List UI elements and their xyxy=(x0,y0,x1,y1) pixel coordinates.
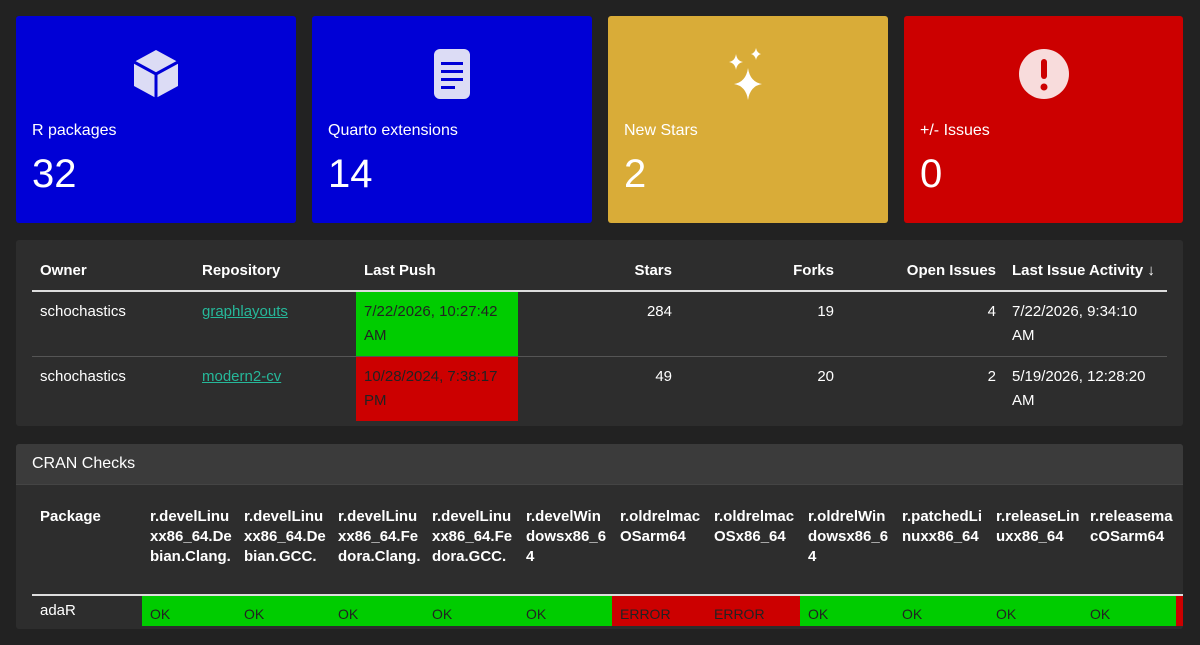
repo-table: Owner Repository Last Push Stars Forks O… xyxy=(32,250,1167,421)
forks-cell: 20 xyxy=(817,368,834,385)
check-status-label: OK xyxy=(902,606,923,622)
repo-table-card: Owner Repository Last Push Stars Forks O… xyxy=(16,240,1183,426)
value-box-label: New Stars xyxy=(624,122,698,139)
cran-checks-title: CRAN Checks xyxy=(16,444,1183,485)
table-header-row: Owner Repository Last Push Stars Forks O… xyxy=(32,250,1167,292)
column-header-check-flavor[interactable]: r.develLinuxx86_64.Debian.GCC. xyxy=(244,507,328,567)
column-header-check-flavor[interactable]: r.oldrelWindowsx86_64 xyxy=(808,507,892,567)
column-header-check-flavor[interactable]: r.patchedLinuxx86_64 xyxy=(902,507,986,547)
check-status-label: OK xyxy=(526,606,547,622)
column-header-check-flavor[interactable]: r.releasemacOSarm64 xyxy=(1090,507,1174,547)
check-status-label: OK xyxy=(244,606,265,622)
value-box-label: Quarto extensions xyxy=(328,122,458,139)
check-status-cell: OK xyxy=(424,596,518,626)
column-header-check-flavor[interactable]: r.develLinuxx86_64.Debian.Clang. xyxy=(150,507,234,567)
column-header-check-flavor[interactable]: r.develLinuxx86_64.Fedora.Clang. xyxy=(338,507,422,567)
check-status-cell: OK xyxy=(330,596,424,626)
package-cell: adaR xyxy=(40,602,76,619)
column-header-last-push[interactable]: Last Push xyxy=(356,250,518,292)
forks-cell: 19 xyxy=(680,291,842,357)
owner-cell: schochastics xyxy=(32,291,194,357)
check-status-cell xyxy=(1176,596,1183,626)
cran-checks-card: CRAN Checks Package r.develLinuxx86_64.D… xyxy=(16,444,1183,629)
column-header-stars[interactable]: Stars xyxy=(518,250,680,292)
check-status-cell: ERROR xyxy=(706,596,800,626)
repository-cell: graphlayouts xyxy=(194,291,356,357)
value-box-value: 14 xyxy=(328,152,373,196)
check-status-cell: OK xyxy=(518,596,612,626)
stars-cell: 284 xyxy=(518,291,680,357)
sparkles-icon xyxy=(720,46,776,102)
table-row: schochastics modern2-cv 10/28/2024, 7:38… xyxy=(32,356,1167,422)
column-header-check-flavor[interactable]: r.releaseLinuxx86_64 xyxy=(996,507,1080,547)
document-icon xyxy=(424,46,480,102)
quarto-extensions-box: Quarto extensions 14 xyxy=(312,16,592,223)
new-stars-box: New Stars 2 xyxy=(608,16,888,223)
value-box-label: R packages xyxy=(32,122,117,139)
value-box-value: 2 xyxy=(624,152,647,196)
check-status-cell: OK xyxy=(800,596,894,626)
value-box-value: 0 xyxy=(920,152,943,196)
check-status-label: OK xyxy=(1090,606,1111,622)
check-status-cell: ERROR xyxy=(612,596,706,626)
column-header-check-flavor[interactable]: r.oldrelmacOSx86_64 xyxy=(714,507,798,547)
check-status-label: OK xyxy=(996,606,1017,622)
last-issue-activity-cell: 5/19/2026, 12:28:20 AM xyxy=(1012,368,1146,409)
column-header-check-flavor[interactable]: r.oldrelmacOSarm64 xyxy=(620,507,704,547)
column-header-check-flavor[interactable]: r.develLinuxx86_64.Fedora.GCC. xyxy=(432,507,516,567)
issues-box: +/- Issues 0 xyxy=(904,16,1183,223)
owner-cell: schochastics xyxy=(40,368,126,385)
repository-link[interactable]: modern2-cv xyxy=(202,368,281,385)
check-status-cell: OK xyxy=(142,596,236,626)
check-status-label: OK xyxy=(808,606,829,622)
value-box-value: 32 xyxy=(32,152,77,196)
column-header-last-issue-activity[interactable]: Last Issue Activity ↓ xyxy=(1004,250,1167,292)
check-status-label: OK xyxy=(432,606,453,622)
r-packages-box: R packages 32 xyxy=(16,16,296,223)
column-header-forks[interactable]: Forks xyxy=(680,250,842,292)
last-issue-activity-cell: 7/22/2026, 9:34:10 AM xyxy=(1004,291,1167,357)
stars-cell: 49 xyxy=(655,368,672,385)
column-header-package[interactable]: Package xyxy=(40,507,124,527)
open-issues-cell: 2 xyxy=(987,368,996,385)
table-row: schochastics graphlayouts 7/22/2026, 10:… xyxy=(32,291,1167,357)
cube-icon xyxy=(128,46,184,102)
column-header-repository[interactable]: Repository xyxy=(194,250,356,292)
open-issues-cell: 4 xyxy=(842,291,1004,357)
value-boxes: R packages 32 Quarto extensions 14 New S… xyxy=(16,16,1183,223)
column-header-owner[interactable]: Owner xyxy=(32,250,194,292)
check-status-cell: OK xyxy=(236,596,330,626)
check-status-label: ERROR xyxy=(714,606,765,622)
repository-link[interactable]: graphlayouts xyxy=(202,303,288,320)
column-header-open-issues[interactable]: Open Issues xyxy=(842,250,1004,292)
column-header-check-flavor[interactable]: r.develWindowsx86_64 xyxy=(526,507,610,567)
check-status-cell: OK xyxy=(1082,596,1176,626)
cran-header-row: Package r.develLinuxx86_64.Debian.Clang.… xyxy=(32,504,1183,594)
check-status-label: ERROR xyxy=(620,606,671,622)
table-row: adaR OK OK OK OK OK ERROR ERROR OK OK OK OK xyxy=(32,596,1183,626)
check-status-label: OK xyxy=(338,606,359,622)
check-status-cell: OK xyxy=(894,596,988,626)
last-push-cell: 7/22/2026, 10:27:42 AM xyxy=(356,291,518,357)
exclamation-icon xyxy=(1016,46,1072,102)
repository-cell: modern2-cv xyxy=(194,357,356,422)
check-status-cell: OK xyxy=(988,596,1082,626)
value-box-label: +/- Issues xyxy=(920,122,990,139)
last-push-cell: 10/28/2024, 7:38:17 PM xyxy=(356,356,518,421)
cran-checks-table: Package r.develLinuxx86_64.Debian.Clang.… xyxy=(32,504,1183,626)
check-status-label: OK xyxy=(150,606,171,622)
